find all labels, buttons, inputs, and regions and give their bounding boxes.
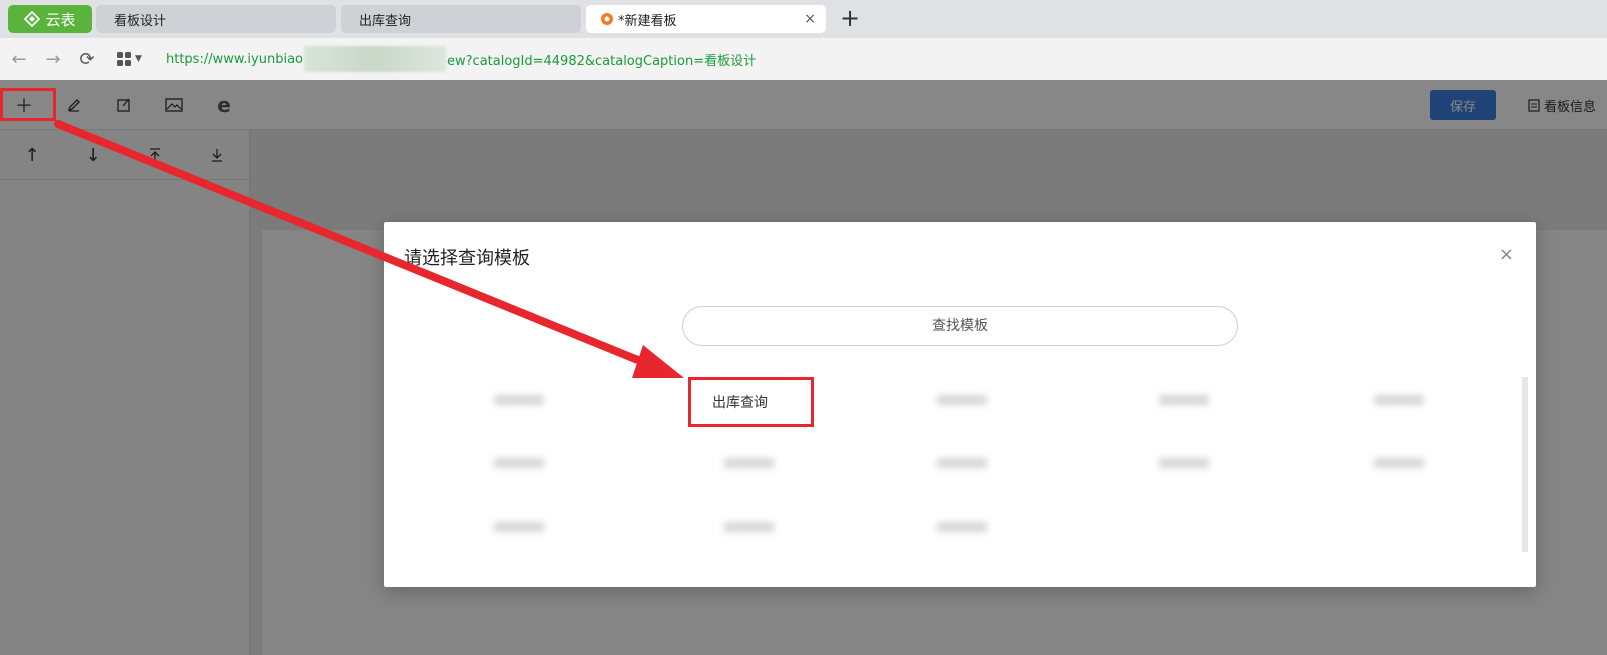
url-redacted xyxy=(304,46,447,72)
template-item[interactable]: xxxxxx xyxy=(1319,382,1479,418)
template-item[interactable]: xxxxxx xyxy=(674,509,824,545)
url-field[interactable]: https://www.iyunbiao ew?catalogId=44982&… xyxy=(166,46,756,72)
modal-title: 请选择查询模板 xyxy=(404,248,530,269)
tab-label: 看板设计 xyxy=(114,13,167,29)
brand-tab[interactable]: 云表 xyxy=(8,5,92,33)
tab-close-icon[interactable]: × xyxy=(804,11,816,27)
browser-tab-bar: 云表 看板设计 出库查询 *新建看板 × + xyxy=(0,0,1607,38)
template-item[interactable]: xxxxxx xyxy=(454,509,584,545)
template-item[interactable]: xxxxxx xyxy=(464,445,574,481)
annotation-highlight-plus xyxy=(0,88,56,121)
close-icon[interactable]: × xyxy=(1499,244,1514,265)
template-select-modal: 请选择查询模板 × 查找模板 xxxxxx 出库查询 xxxxxx xxxxxx… xyxy=(384,222,1536,587)
forward-icon[interactable]: → xyxy=(36,49,70,70)
back-icon[interactable]: ← xyxy=(2,49,36,70)
reload-icon[interactable]: ⟳ xyxy=(70,49,104,70)
tab-label: 出库查询 xyxy=(359,13,412,29)
template-item[interactable]: xxxxxx xyxy=(1124,382,1244,418)
new-tab-button[interactable]: + xyxy=(836,5,864,33)
template-item[interactable]: xxxxxx xyxy=(902,382,1022,418)
brand-logo-icon xyxy=(24,11,41,27)
template-item[interactable]: xxxxxx xyxy=(892,445,1032,481)
url-prefix: https://www.iyunbiao xyxy=(166,51,304,67)
brand-tab-label: 云表 xyxy=(45,10,76,29)
search-input[interactable]: 查找模板 xyxy=(682,306,1238,346)
caret-down-icon: ▼ xyxy=(135,54,142,64)
template-item[interactable]: xxxxxx xyxy=(1319,445,1479,481)
scrollbar[interactable] xyxy=(1522,377,1528,552)
template-item[interactable]: xxxxxx xyxy=(674,445,824,481)
tab-outbound-query[interactable]: 出库查询 xyxy=(341,5,581,33)
template-item[interactable]: xxxxxx xyxy=(1124,445,1244,481)
url-suffix: ew?catalogId=44982&catalogCaption=看板设计 xyxy=(447,53,757,69)
template-item-outbound-query[interactable]: 出库查询 xyxy=(688,377,814,427)
template-item[interactable]: xxxxxx xyxy=(444,382,594,418)
tab-kanban-design[interactable]: 看板设计 xyxy=(96,5,336,33)
favicon-icon xyxy=(601,13,613,25)
template-item[interactable]: xxxxxx xyxy=(902,509,1022,545)
tab-new-kanban[interactable]: *新建看板 × xyxy=(586,5,826,33)
apps-grid-icon xyxy=(117,52,131,66)
address-bar: ← → ⟳ ▼ https://www.iyunbiao ew?catalogI… xyxy=(0,38,1607,80)
apps-icon[interactable]: ▼ xyxy=(116,51,152,67)
tab-label: *新建看板 xyxy=(618,13,677,29)
template-grid: xxxxxx 出库查询 xxxxxx xxxxxx xxxxxx xxxxxx … xyxy=(404,377,1514,573)
